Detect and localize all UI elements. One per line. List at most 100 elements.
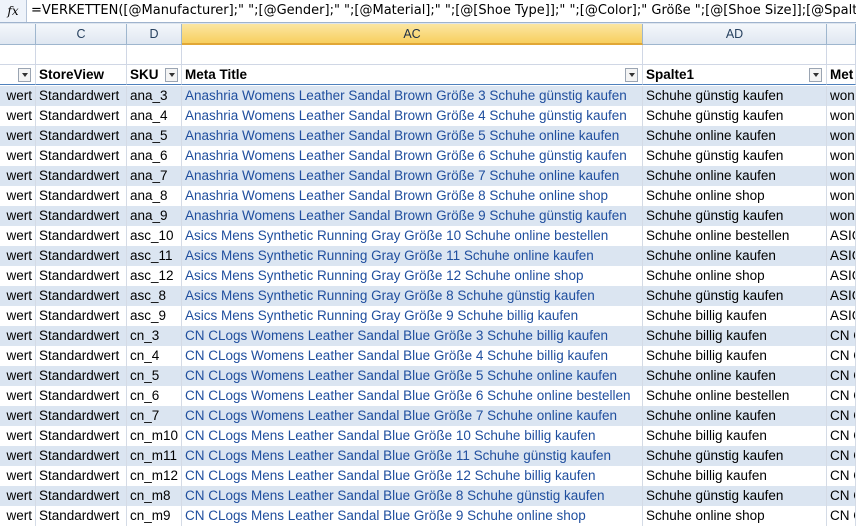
- empty-cell[interactable]: [0, 45, 36, 65]
- cell-sku[interactable]: ana_9: [127, 206, 182, 226]
- cell-meta[interactable]: ASIC: [827, 266, 856, 286]
- cell-meta-title[interactable]: Asics Mens Synthetic Running Gray Größe …: [182, 286, 643, 306]
- column-header-c[interactable]: C: [36, 24, 127, 45]
- cell-meta-title[interactable]: CN CLogs Womens Leather Sandal Blue Größ…: [182, 406, 643, 426]
- cell-spalte1[interactable]: Schuhe online kaufen: [643, 166, 827, 186]
- cell-meta-title[interactable]: Anashria Womens Leather Sandal Brown Grö…: [182, 146, 643, 166]
- cell-spalte1[interactable]: Schuhe online kaufen: [643, 246, 827, 266]
- cell-meta-title[interactable]: Anashria Womens Leather Sandal Brown Grö…: [182, 126, 643, 146]
- cell-storeview[interactable]: Standardwert: [36, 186, 127, 206]
- cell-spalte1[interactable]: Schuhe billig kaufen: [643, 466, 827, 486]
- cell-spalte1[interactable]: Schuhe günstig kaufen: [643, 206, 827, 226]
- cell-meta[interactable]: CN C: [827, 426, 856, 446]
- cell-spalte1[interactable]: Schuhe online bestellen: [643, 386, 827, 406]
- cell-sku[interactable]: ana_3: [127, 86, 182, 106]
- cell-b[interactable]: wert: [0, 366, 36, 386]
- cell-b[interactable]: wert: [0, 146, 36, 166]
- cell-meta[interactable]: CN C: [827, 346, 856, 366]
- cell-spalte1[interactable]: Schuhe online bestellen: [643, 226, 827, 246]
- cell-meta-title[interactable]: CN CLogs Mens Leather Sandal Blue Größe …: [182, 446, 643, 466]
- cell-storeview[interactable]: Standardwert: [36, 126, 127, 146]
- cell-b[interactable]: wert: [0, 126, 36, 146]
- cell-storeview[interactable]: Standardwert: [36, 226, 127, 246]
- cell-meta[interactable]: ASIC: [827, 306, 856, 326]
- cell-sku[interactable]: cn_4: [127, 346, 182, 366]
- cell-sku[interactable]: cn_5: [127, 366, 182, 386]
- cell-storeview[interactable]: Standardwert: [36, 366, 127, 386]
- empty-cell[interactable]: [127, 45, 182, 65]
- cell-meta-title[interactable]: Anashria Womens Leather Sandal Brown Grö…: [182, 206, 643, 226]
- cell-meta-title[interactable]: CN CLogs Mens Leather Sandal Blue Größe …: [182, 466, 643, 486]
- cell-sku[interactable]: cn_m9: [127, 506, 182, 526]
- cell-meta[interactable]: ASIC: [827, 226, 856, 246]
- cell-meta[interactable]: won: [827, 86, 856, 106]
- filter-dropdown-icon[interactable]: [809, 68, 822, 82]
- cell-storeview[interactable]: Standardwert: [36, 166, 127, 186]
- cell-sku[interactable]: ana_8: [127, 186, 182, 206]
- cell-sku[interactable]: cn_3: [127, 326, 182, 346]
- cell-sku[interactable]: ana_7: [127, 166, 182, 186]
- cell-b[interactable]: wert: [0, 306, 36, 326]
- cell-meta[interactable]: won: [827, 186, 856, 206]
- cell-spalte1[interactable]: Schuhe billig kaufen: [643, 346, 827, 366]
- cell-meta-title[interactable]: Asics Mens Synthetic Running Gray Größe …: [182, 266, 643, 286]
- cell-meta[interactable]: CN C: [827, 366, 856, 386]
- cell-storeview[interactable]: Standardwert: [36, 386, 127, 406]
- cell-b[interactable]: wert: [0, 326, 36, 346]
- cell-sku[interactable]: cn_7: [127, 406, 182, 426]
- cell-meta[interactable]: ASIC: [827, 246, 856, 266]
- cell-storeview[interactable]: Standardwert: [36, 326, 127, 346]
- empty-cell[interactable]: [827, 45, 856, 65]
- cell-spalte1[interactable]: Schuhe online kaufen: [643, 406, 827, 426]
- cell-spalte1[interactable]: Schuhe billig kaufen: [643, 326, 827, 346]
- cell-spalte1[interactable]: Schuhe billig kaufen: [643, 426, 827, 446]
- cell-spalte1[interactable]: Schuhe online shop: [643, 186, 827, 206]
- cell-sku[interactable]: ana_6: [127, 146, 182, 166]
- cell-spalte1[interactable]: Schuhe günstig kaufen: [643, 446, 827, 466]
- cell-storeview[interactable]: Standardwert: [36, 506, 127, 526]
- cell-meta[interactable]: won: [827, 106, 856, 126]
- cell-b[interactable]: wert: [0, 446, 36, 466]
- cell-sku[interactable]: cn_m8: [127, 486, 182, 506]
- cell-b[interactable]: wert: [0, 226, 36, 246]
- cell-meta-title[interactable]: Asics Mens Synthetic Running Gray Größe …: [182, 226, 643, 246]
- cell-b[interactable]: wert: [0, 186, 36, 206]
- cell-storeview[interactable]: Standardwert: [36, 106, 127, 126]
- cell-b[interactable]: wert: [0, 86, 36, 106]
- cell-b[interactable]: wert: [0, 466, 36, 486]
- column-header-ae[interactable]: [827, 24, 856, 45]
- filter-dropdown-icon[interactable]: [625, 68, 638, 82]
- cell-spalte1[interactable]: Schuhe online shop: [643, 506, 827, 526]
- cell-meta-title[interactable]: Anashria Womens Leather Sandal Brown Grö…: [182, 166, 643, 186]
- cell-meta-title[interactable]: Asics Mens Synthetic Running Gray Größe …: [182, 306, 643, 326]
- cell-meta-title[interactable]: CN CLogs Womens Leather Sandal Blue Größ…: [182, 386, 643, 406]
- cell-b[interactable]: wert: [0, 246, 36, 266]
- cell-spalte1[interactable]: Schuhe günstig kaufen: [643, 106, 827, 126]
- cell-b[interactable]: wert: [0, 346, 36, 366]
- cell-spalte1[interactable]: Schuhe günstig kaufen: [643, 146, 827, 166]
- cell-spalte1[interactable]: Schuhe günstig kaufen: [643, 486, 827, 506]
- cell-b[interactable]: wert: [0, 266, 36, 286]
- cell-sku[interactable]: cn_m11: [127, 446, 182, 466]
- cell-storeview[interactable]: Standardwert: [36, 86, 127, 106]
- empty-cell[interactable]: [643, 45, 827, 65]
- cell-meta-title[interactable]: CN CLogs Mens Leather Sandal Blue Größe …: [182, 486, 643, 506]
- cell-meta[interactable]: won: [827, 206, 856, 226]
- cell-spalte1[interactable]: Schuhe online kaufen: [643, 366, 827, 386]
- cell-b[interactable]: wert: [0, 166, 36, 186]
- cell-storeview[interactable]: Standardwert: [36, 446, 127, 466]
- filter-dropdown-icon[interactable]: [165, 68, 178, 82]
- cell-sku[interactable]: cn_6: [127, 386, 182, 406]
- cell-b[interactable]: wert: [0, 406, 36, 426]
- cell-spalte1[interactable]: Schuhe günstig kaufen: [643, 286, 827, 306]
- cell-meta[interactable]: CN C: [827, 326, 856, 346]
- cell-meta[interactable]: CN C: [827, 486, 856, 506]
- cell-meta-title[interactable]: Asics Mens Synthetic Running Gray Größe …: [182, 246, 643, 266]
- cell-storeview[interactable]: Standardwert: [36, 246, 127, 266]
- cell-storeview[interactable]: Standardwert: [36, 286, 127, 306]
- cell-meta[interactable]: won: [827, 146, 856, 166]
- cell-meta[interactable]: CN C: [827, 506, 856, 526]
- empty-cell[interactable]: [182, 45, 643, 65]
- cell-spalte1[interactable]: Schuhe online kaufen: [643, 126, 827, 146]
- cell-b[interactable]: wert: [0, 386, 36, 406]
